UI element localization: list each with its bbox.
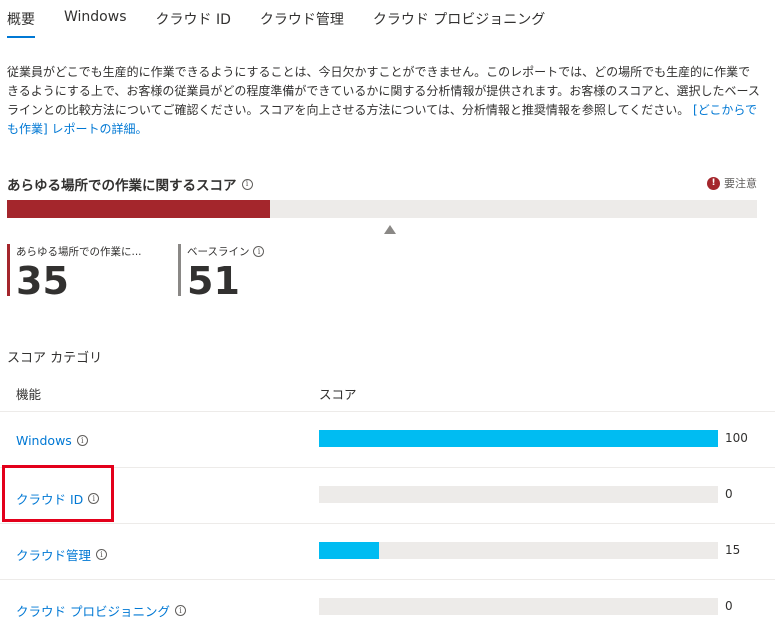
info-icon[interactable]: i [253,246,265,257]
score-section-title: あらゆる場所での作業に関するスコア i [7,174,253,194]
status-label: 要注意 [724,177,757,190]
category-table: 機能 スコア Windows i 100 クラウド ID i 0 クラウド管理 … [0,372,775,629]
score-bar-fill [319,542,379,559]
kpi-baseline-label: ベースライン i [187,244,265,259]
feature-name[interactable]: Windows [16,433,72,448]
feature-link-cloud-management[interactable]: クラウド管理 i [16,545,108,564]
table-row: クラウド管理 i 15 [0,524,775,580]
highlight-box [2,465,114,522]
info-icon[interactable]: i [96,549,108,560]
score-bar-track [319,598,718,615]
score-bar-track [319,542,718,559]
tab-cloud-management[interactable]: クラウド管理 [260,0,344,38]
report-description: 従業員がどこでも生産的に作業できるようにすることは、今日欠かすことができません。… [7,63,762,139]
info-icon[interactable]: i [241,178,253,190]
feature-link-windows[interactable]: Windows i [16,433,88,448]
feature-link-cloud-provisioning[interactable]: クラウド プロビジョニング i [16,601,186,620]
tab-cloud-id[interactable]: クラウド ID [156,0,231,38]
page: 概要 Windows クラウド ID クラウド管理 クラウド プロビジョニング … [0,0,775,629]
tab-cloud-provisioning[interactable]: クラウド プロビジョニング [373,0,545,38]
table-row: Windows i 100 [0,412,775,468]
table-row: クラウド ID i 0 [0,468,775,524]
column-header-score: スコア [319,387,357,402]
score-value: 0 [725,487,733,501]
kpi-baseline: ベースライン i 51 [178,244,265,301]
kpi-score: あらゆる場所での作業に... 35 [7,244,142,301]
score-value: 100 [725,431,748,445]
score-bar-track [319,430,718,447]
tab-windows[interactable]: Windows [64,0,127,38]
info-icon[interactable]: i [174,605,186,616]
status-badge: ! 要注意 [707,175,757,191]
feature-name[interactable]: クラウド管理 [16,545,91,564]
tab-overview[interactable]: 概要 [7,0,35,38]
description-text: 従業員がどこでも生産的に作業できるようにすることは、今日欠かすことができません。… [7,65,760,117]
overall-score-bar [7,200,757,218]
baseline-marker [383,225,396,234]
tab-bar: 概要 Windows クラウド ID クラウド管理 クラウド プロビジョニング [0,0,574,40]
kpi-score-label-text: あらゆる場所での作業に... [16,246,142,258]
score-value: 15 [725,543,741,557]
score-bar-fill [319,430,718,447]
table-row: クラウド プロビジョニング i 0 [0,580,775,629]
score-bar-track [319,486,718,503]
score-value: 0 [725,599,733,613]
kpi-score-label: あらゆる場所での作業に... [16,244,142,259]
info-icon[interactable]: i [76,435,88,446]
kpi-score-value: 35 [16,259,69,303]
kpi-baseline-value: 51 [187,259,240,303]
score-title-text: あらゆる場所での作業に関するスコア [7,178,237,194]
overall-score-fill [7,200,270,218]
kpi-baseline-label-text: ベースライン [187,246,250,258]
feature-name[interactable]: クラウド プロビジョニング [16,601,170,620]
attention-icon: ! [707,176,720,190]
table-header: 機能 スコア [0,372,775,412]
score-category-title: スコア カテゴリ [7,351,103,366]
column-header-feature: 機能 [16,387,42,402]
